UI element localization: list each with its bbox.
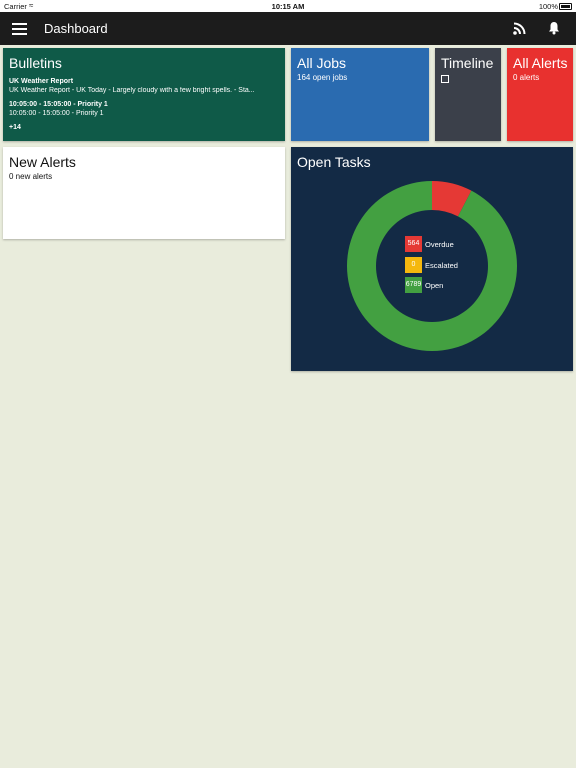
all-jobs-count: 164 open jobs (297, 73, 348, 82)
battery-percent: 100% (538, 2, 558, 11)
rss-icon[interactable] (513, 22, 526, 35)
new-alerts-count: 0 new alerts (9, 172, 53, 181)
bulletin-text: UK Weather Report - UK Today - Largely c… (9, 87, 255, 94)
legend-label: Escalated (425, 260, 458, 270)
legend-value: 6789 (405, 277, 422, 293)
bulletin-heading: 10:05:00 - 15:05:00 - Priority 1 (9, 101, 108, 108)
timeline-icon (441, 75, 449, 83)
battery-icon (559, 3, 572, 10)
page-title: Dashboard (44, 21, 108, 36)
app-bar: Dashboard (0, 12, 576, 45)
bulletins-more-count[interactable]: +14 (9, 124, 21, 131)
new-alerts-card[interactable]: New Alerts 0 new alerts (3, 147, 285, 239)
menu-icon[interactable] (12, 23, 27, 35)
all-alerts-title: All Alerts (513, 55, 568, 71)
open-tasks-card[interactable]: Open Tasks 564 Overdue 0 Escalated 6789 Open (291, 147, 573, 371)
bulletins-title: Bulletins (9, 55, 62, 71)
all-alerts-card[interactable]: All Alerts 0 alerts (507, 48, 573, 141)
open-tasks-title: Open Tasks (297, 154, 371, 170)
timeline-title: Timeline (441, 55, 494, 71)
bulletins-card[interactable]: Bulletins UK Weather Report UK Weather R… (3, 48, 285, 141)
bulletin-heading: UK Weather Report (9, 78, 74, 85)
new-alerts-title: New Alerts (9, 154, 76, 170)
all-alerts-count: 0 alerts (513, 73, 540, 82)
legend-value: 564 (405, 236, 422, 252)
bell-icon[interactable] (547, 21, 561, 35)
timeline-card[interactable]: Timeline (435, 48, 501, 141)
status-time: 10:15 AM (271, 2, 305, 11)
legend-value: 0 (405, 256, 422, 273)
open-tasks-donut-chart (347, 181, 517, 351)
legend-label: Overdue (425, 240, 454, 249)
status-bar: Carrier ≈ 10:15 AM 100% (0, 0, 576, 12)
all-jobs-card[interactable]: All Jobs 164 open jobs (291, 48, 429, 141)
all-jobs-title: All Jobs (297, 55, 347, 71)
legend-label: Open (425, 281, 444, 290)
bulletin-text: 10:05:00 - 15:05:00 - Priority 1 (9, 110, 104, 117)
